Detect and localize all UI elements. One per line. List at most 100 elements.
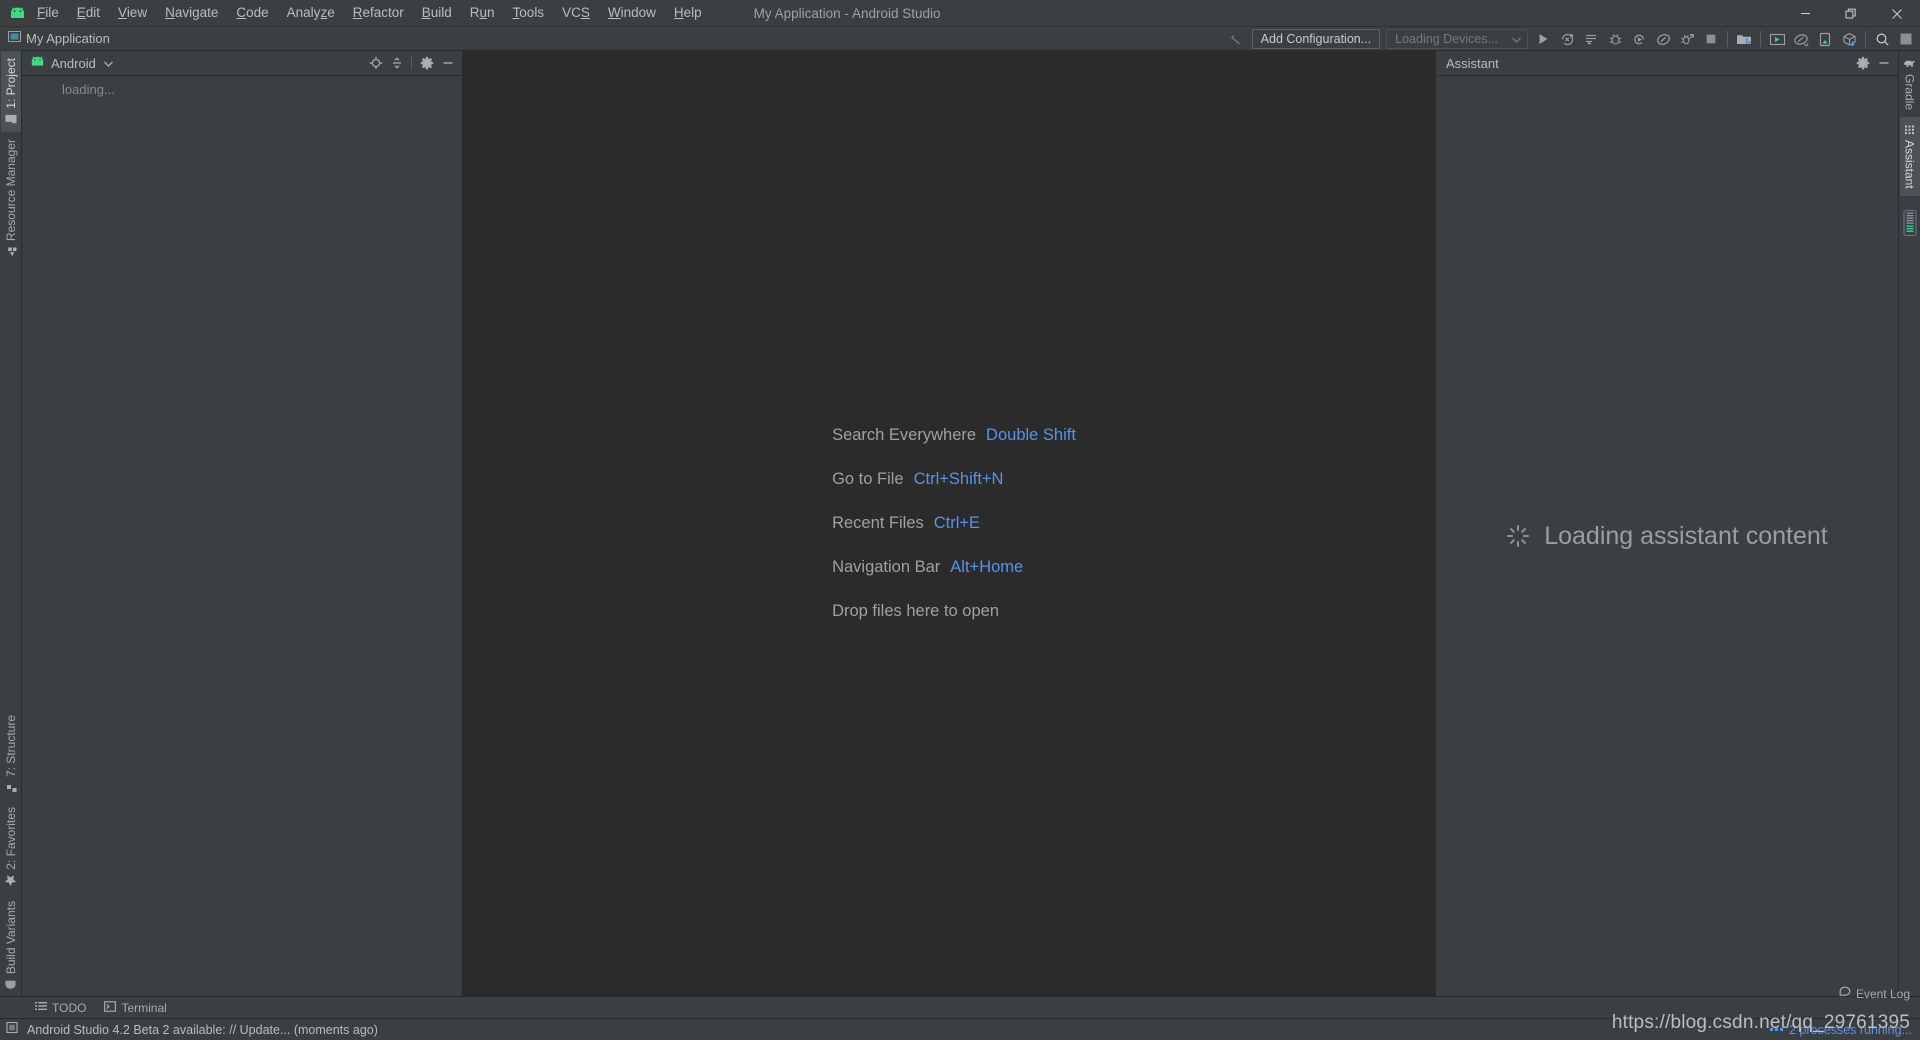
- sidebar-item-resource-manager[interactable]: Resource Manager: [1, 132, 21, 264]
- hint-search-everywhere: Search Everywhere Double Shift: [832, 426, 1076, 445]
- project-loading-text: loading...: [62, 82, 115, 97]
- attach-debugger-icon[interactable]: [1676, 28, 1698, 50]
- hint-go-to-file: Go to File Ctrl+Shift+N: [832, 470, 1076, 489]
- assistant-tab-label: Assistant: [1902, 140, 1917, 189]
- breadcrumb[interactable]: My Application: [0, 30, 110, 48]
- debug-icon[interactable]: [1604, 28, 1626, 50]
- sidebar-item-structure[interactable]: 7: Structure: [1, 708, 21, 800]
- todo-list-icon: [35, 1001, 47, 1015]
- bottom-tab-label: Terminal: [121, 1000, 167, 1015]
- hide-panel-icon[interactable]: [1873, 53, 1894, 74]
- hint-navigation-bar: Navigation Bar Alt+Home: [832, 558, 1076, 577]
- favorites-tab-label: 2: Favorites: [3, 807, 18, 870]
- project-tool-window: Android loading...: [22, 51, 463, 996]
- assistant-loading: Loading assistant content: [1506, 522, 1828, 551]
- apply-code-changes-icon[interactable]: [1580, 28, 1602, 50]
- bottom-tab-terminal[interactable]: Terminal: [95, 999, 175, 1017]
- apply-changes-icon[interactable]: [1556, 28, 1578, 50]
- profiler-icon[interactable]: [1652, 28, 1674, 50]
- menu-view[interactable]: View: [109, 2, 156, 24]
- gradle-sync-icon[interactable]: [1790, 28, 1812, 50]
- status-message[interactable]: Android Studio 4.2 Beta 2 available: // …: [27, 1023, 378, 1037]
- menu-code[interactable]: Code: [227, 2, 277, 24]
- breadcrumb-label: My Application: [26, 31, 110, 46]
- sidebar-item-favorites[interactable]: 2: Favorites: [1, 800, 21, 894]
- event-log-button[interactable]: Event Log: [1839, 986, 1910, 1001]
- toolbar-divider-2: [1760, 31, 1761, 47]
- collapse-all-icon[interactable]: [386, 53, 407, 74]
- emulator-icon: [1903, 209, 1917, 236]
- window-controls: [1782, 0, 1920, 27]
- processes-spinner-icon: [1770, 1028, 1783, 1031]
- sdk-manager-icon[interactable]: [1733, 28, 1755, 50]
- chevron-down-icon: [1512, 32, 1521, 46]
- sidebar-item-gradle[interactable]: Gradle: [1900, 51, 1920, 117]
- menu-edit[interactable]: Edit: [68, 2, 109, 24]
- run-icon[interactable]: [1532, 28, 1554, 50]
- stop-icon[interactable]: [1700, 28, 1722, 50]
- spinner-icon: [1506, 524, 1530, 548]
- menu-bar: File Edit View Navigate Code Analyze Ref…: [28, 0, 711, 26]
- status-right-area: 2 processes running...: [1770, 1023, 1912, 1037]
- menu-file[interactable]: File: [28, 2, 68, 24]
- menu-window[interactable]: Window: [599, 2, 665, 24]
- menu-analyze[interactable]: Analyze: [278, 2, 344, 24]
- sidebar-item-build-variants[interactable]: Build Variants: [1, 894, 21, 996]
- hint-shortcut: Ctrl+E: [933, 514, 981, 532]
- gradle-elephant-icon: [1903, 58, 1917, 69]
- hint-label: Recent Files: [832, 514, 924, 532]
- assistant-title: Assistant: [1446, 55, 1499, 71]
- notification-icon[interactable]: [6, 1021, 19, 1039]
- toolbar-divider-3: [1865, 31, 1866, 47]
- run-with-coverage-icon[interactable]: [1628, 28, 1650, 50]
- menu-vcs[interactable]: VCS: [553, 2, 599, 24]
- resource-manager-tab-label: Resource Manager: [3, 138, 18, 241]
- project-structure-icon[interactable]: [1895, 28, 1917, 50]
- project-tool-window-header: Android: [22, 51, 462, 76]
- avd-manager-icon[interactable]: [1766, 28, 1788, 50]
- minimize-button[interactable]: [1782, 0, 1828, 27]
- search-everywhere-icon[interactable]: [1871, 28, 1893, 50]
- chevron-down-icon[interactable]: [103, 54, 113, 72]
- settings-gear-icon[interactable]: [416, 53, 437, 74]
- bottom-tool-strip: TODO Terminal Event Log: [0, 987, 1920, 1018]
- hint-recent-files: Recent Files Ctrl+E: [832, 514, 1076, 533]
- gradle-tab-label: Gradle: [1902, 74, 1917, 111]
- structure-icon: [4, 782, 18, 793]
- project-tree[interactable]: loading...: [22, 76, 462, 996]
- structure-tab-label: 7: Structure: [3, 715, 18, 778]
- back-arrow-icon[interactable]: [1223, 28, 1249, 50]
- add-configuration-button[interactable]: Add Configuration...: [1251, 29, 1381, 49]
- device-selector-dropdown[interactable]: Loading Devices...: [1386, 29, 1528, 49]
- android-icon: [4, 979, 18, 989]
- close-button[interactable]: [1874, 0, 1920, 27]
- menu-help[interactable]: Help: [665, 2, 711, 24]
- settings-gear-icon[interactable]: [1852, 53, 1873, 74]
- menu-build[interactable]: Build: [413, 2, 461, 24]
- status-bar: Android Studio 4.2 Beta 2 available: // …: [0, 1018, 1920, 1040]
- maximize-restore-button[interactable]: [1828, 0, 1874, 27]
- sidebar-item-assistant[interactable]: Assistant: [1899, 117, 1920, 196]
- project-view-selector-label[interactable]: Android: [51, 56, 96, 71]
- resource-manager-icon: [4, 246, 18, 257]
- android-studio-logo-icon: [0, 6, 28, 20]
- menu-tools[interactable]: Tools: [504, 2, 554, 24]
- window-title: My Application - Android Studio: [753, 5, 941, 21]
- sidebar-item-emulator[interactable]: [1900, 196, 1920, 243]
- menu-navigate[interactable]: Navigate: [156, 2, 227, 24]
- editor-empty-area[interactable]: Search Everywhere Double Shift Go to Fil…: [463, 51, 1435, 996]
- hide-panel-icon[interactable]: [437, 53, 458, 74]
- menu-run[interactable]: Run: [461, 2, 504, 24]
- hint-shortcut: Alt+Home: [950, 558, 1024, 576]
- layout-inspector-icon[interactable]: [1838, 28, 1860, 50]
- device-file-explorer-icon[interactable]: [1814, 28, 1836, 50]
- sidebar-item-project[interactable]: 1: Project: [0, 51, 21, 132]
- project-tab-label: 1: Project: [3, 58, 18, 109]
- scroll-from-source-icon[interactable]: [365, 53, 386, 74]
- hint-label: Navigation Bar: [832, 558, 941, 576]
- hint-label: Search Everywhere: [832, 426, 977, 444]
- menu-refactor[interactable]: Refactor: [344, 2, 413, 24]
- assistant-header: Assistant: [1436, 51, 1898, 76]
- processes-running-label[interactable]: 2 processes running...: [1789, 1023, 1912, 1037]
- bottom-tab-todo[interactable]: TODO: [26, 999, 95, 1017]
